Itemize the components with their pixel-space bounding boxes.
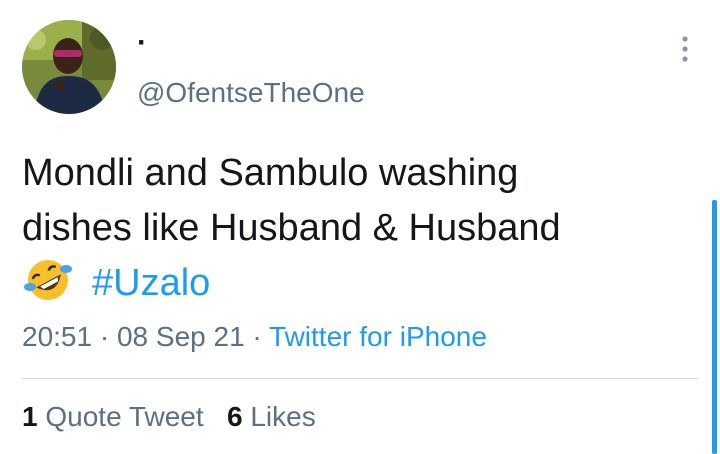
- tweet-time[interactable]: 20:51: [22, 321, 92, 352]
- quote-label: Quote Tweet: [45, 401, 204, 432]
- meta-separator: ·: [92, 321, 117, 352]
- meta-separator: ·: [244, 321, 270, 352]
- more-options-icon[interactable]: [674, 34, 696, 64]
- tweet-text-line-2: dishes like Husband & Husband: [22, 207, 561, 249]
- rolling-laughing-emoji-icon: [22, 257, 74, 303]
- divider: [22, 378, 698, 379]
- tweet-text-line-1: Mondli and Sambulo washing: [22, 152, 519, 194]
- like-label: Likes: [250, 401, 316, 432]
- tweet-text-line-3: #Uzalo: [22, 256, 682, 311]
- tweet-meta: 20:51 · 08 Sep 21 · Twitter for iPhone: [22, 320, 487, 354]
- tweet-text: Mondli and Sambulo washing dishes like H…: [22, 146, 682, 311]
- hashtag-link[interactable]: #Uzalo: [92, 262, 210, 304]
- tweet-source-link[interactable]: Twitter for iPhone: [269, 321, 487, 352]
- scrollbar[interactable]: [712, 200, 717, 454]
- like-count: 6: [226, 401, 243, 432]
- tweet-date[interactable]: 08 Sep 21: [117, 321, 245, 352]
- quote-count: 1: [22, 401, 38, 432]
- quote-tweets-link[interactable]: 1 Quote Tweet: [22, 401, 204, 432]
- tweet-stats: 1 Quote Tweet 6 Likes: [22, 400, 316, 434]
- user-handle[interactable]: @OfentseTheOne: [137, 78, 365, 108]
- avatar[interactable]: [22, 20, 116, 114]
- likes-link[interactable]: 6 Likes: [227, 401, 316, 432]
- display-name[interactable]: ·: [137, 28, 147, 58]
